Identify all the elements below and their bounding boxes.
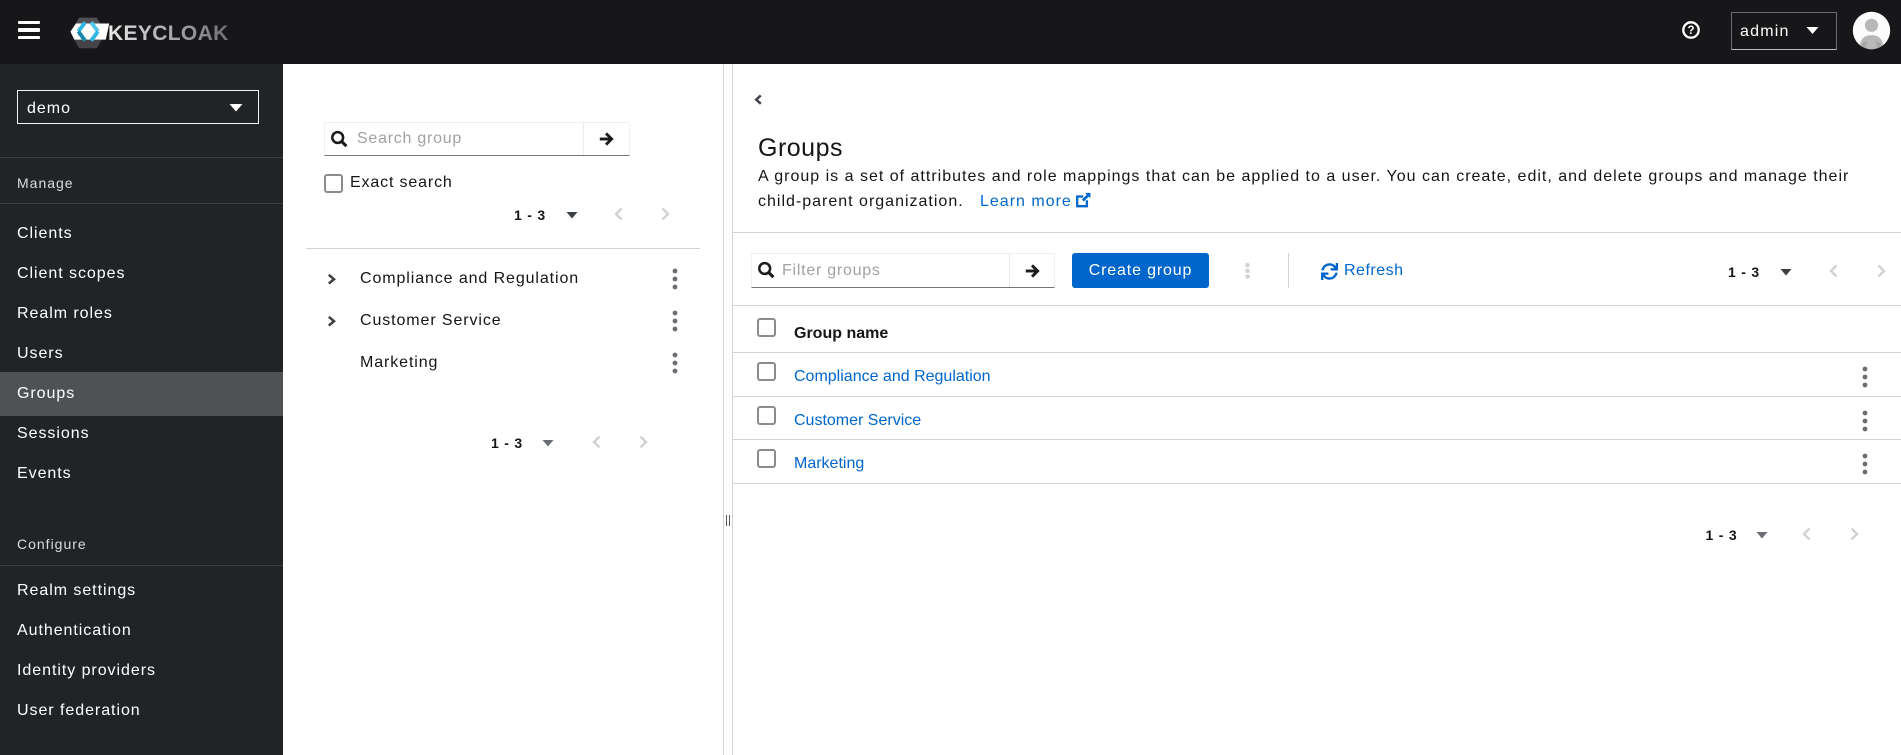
svg-text:?: ?: [1687, 25, 1694, 37]
svg-text:KEYCLOAK: KEYCLOAK: [108, 22, 229, 45]
